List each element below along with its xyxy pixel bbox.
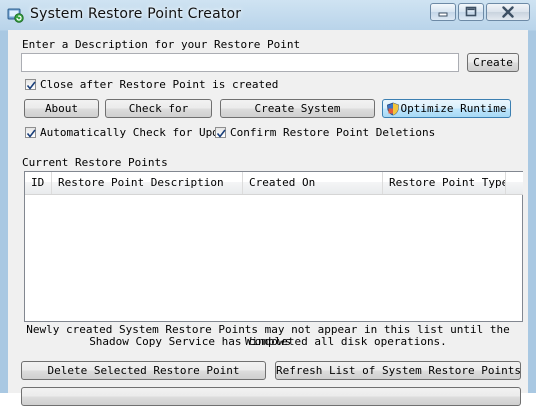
confirm-deletions-label: Confirm Restore Point Deletions [230,126,436,139]
maximize-icon [465,6,477,17]
list-header: ID Restore Point Description Created On … [25,172,523,195]
optimize-runtime-button[interactable]: Optimize Runtime [382,99,511,118]
create-system-restore-point-button[interactable]: Create System [220,99,375,118]
close-after-checkbox[interactable] [25,79,36,90]
about-button[interactable]: About [24,99,99,118]
column-header-created-on[interactable]: Created On [243,172,383,194]
description-label: Enter a Description for your Restore Poi… [22,38,301,51]
shield-icon [387,102,399,116]
notice-line-2: Shadow Copy Service has completed all di… [89,335,447,348]
minimize-button[interactable] [430,3,456,21]
description-input[interactable] [21,53,459,72]
restore-points-list[interactable]: ID Restore Point Description Created On … [24,171,523,322]
close-after-label: Close after Restore Point is created [40,78,279,91]
main-panel: Enter a Description for your Restore Poi… [8,30,528,406]
title-bar[interactable]: System Restore Point Creator [0,0,536,30]
delete-selected-restore-point-button[interactable]: Delete Selected Restore Point [21,361,266,380]
restore-points-list-title: Current Restore Points [22,156,168,169]
checkmark-icon [216,129,226,138]
auto-check-updates-checkbox[interactable] [25,127,36,138]
column-header-type[interactable]: Restore Point Type [383,172,506,194]
auto-check-updates-label: Automatically Check for Updat [40,126,216,139]
minimize-icon [438,12,448,17]
checkmark-icon [26,129,36,138]
confirm-deletions-checkbox[interactable] [215,127,226,138]
optimize-runtime-label: Optimize Runtime [400,102,507,115]
create-button[interactable]: Create [467,53,519,72]
close-button[interactable] [486,3,530,21]
window-title: System Restore Point Creator [30,6,242,22]
check-for-updates-button[interactable]: Check for [105,99,212,118]
refresh-list-button[interactable]: Refresh List of System Restore Points [275,361,521,380]
checkmark-icon [26,81,36,90]
partially-visible-button[interactable] [21,387,521,406]
close-icon [502,6,514,18]
restore-app-icon[interactable] [7,6,24,23]
column-header-description[interactable]: Restore Point Description [52,172,243,194]
column-header-id[interactable]: ID [25,172,52,194]
maximize-button[interactable] [458,3,484,21]
window-frame: System Restore Point Creator Enter a Des… [0,0,536,406]
